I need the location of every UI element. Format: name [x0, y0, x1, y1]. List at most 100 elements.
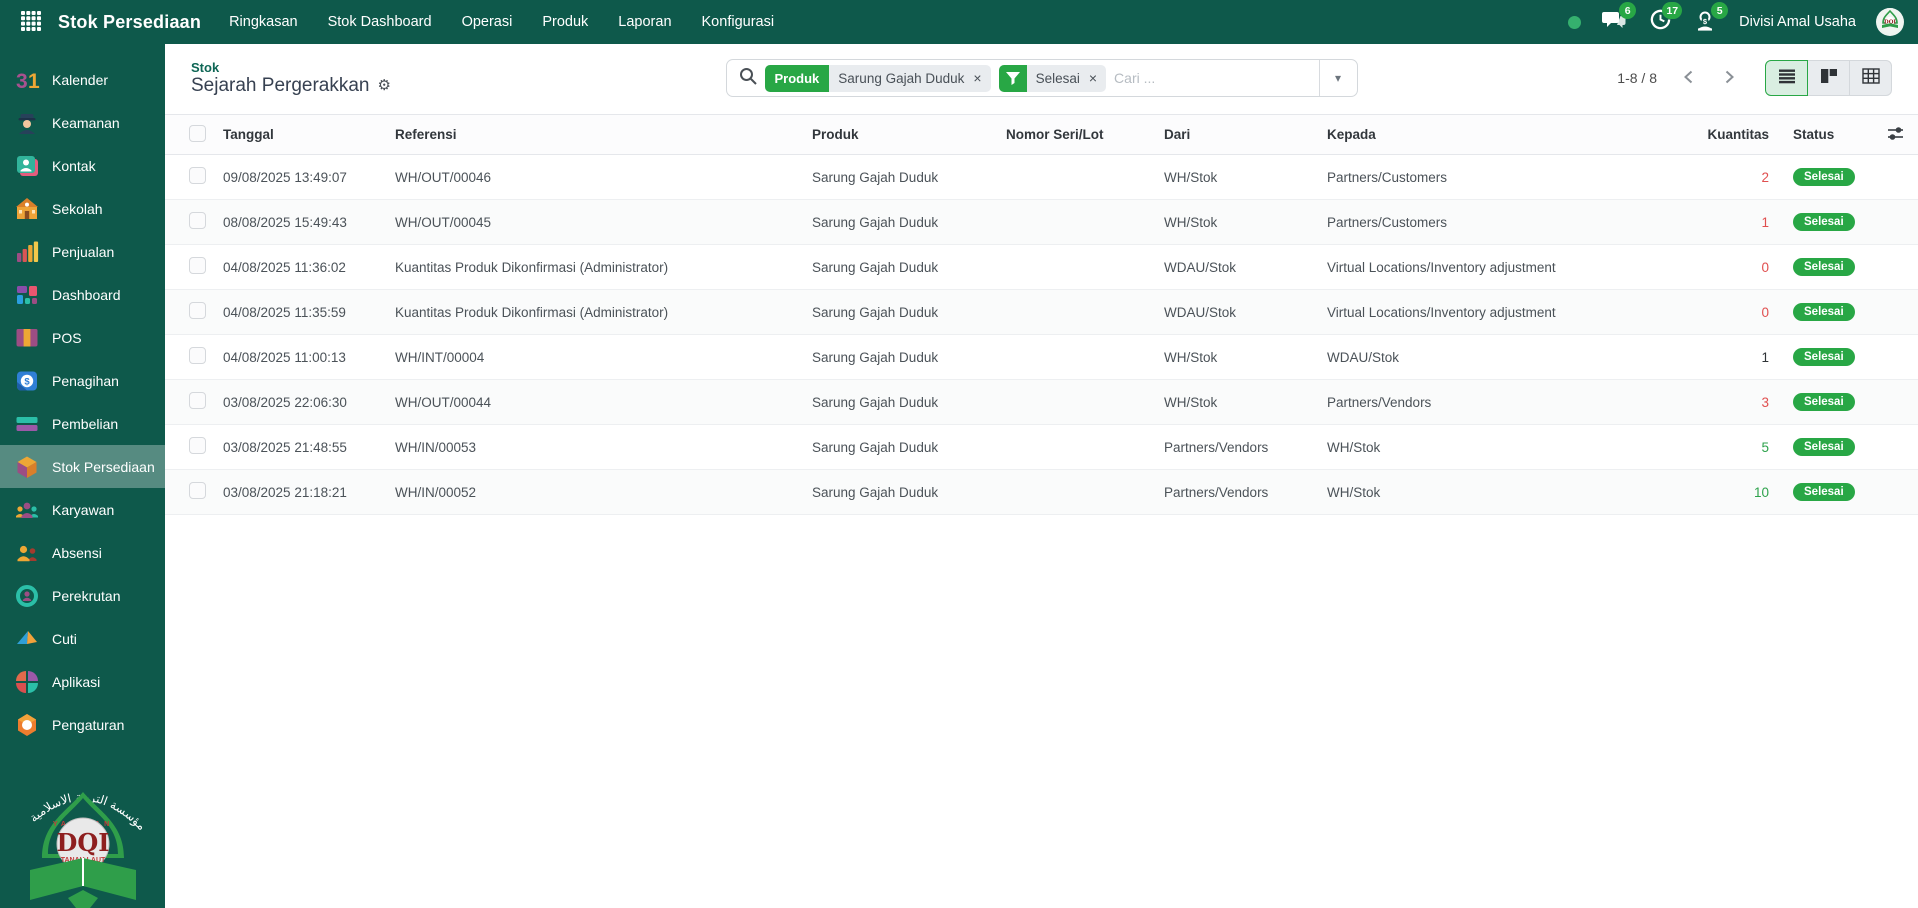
activities-button[interactable]: 17	[1647, 9, 1673, 35]
view-switcher-kanban[interactable]	[1807, 60, 1850, 96]
col-header-referensi[interactable]: Referensi	[387, 115, 804, 155]
table-row[interactable]: 03/08/2025 21:18:21 WH/IN/00052 Sarung G…	[165, 470, 1918, 515]
sidebar-item-penagihan[interactable]: $ Penagihan	[0, 359, 165, 402]
sidebar-item-label: Cuti	[52, 631, 77, 647]
sidebar-item-dashboard[interactable]: Dashboard	[0, 273, 165, 316]
timeoff-icon	[14, 626, 40, 652]
cell-kuantitas: 5	[1761, 440, 1769, 455]
view-switcher-pivot[interactable]	[1849, 60, 1892, 96]
status-badge: Selesai	[1793, 303, 1855, 321]
row-checkbox[interactable]	[189, 347, 206, 364]
status-badge: Selesai	[1793, 483, 1855, 501]
col-header-produk[interactable]: Produk	[804, 115, 998, 155]
cell-referensi: WH/IN/00052	[387, 470, 804, 515]
pager-next-button[interactable]	[1711, 60, 1747, 96]
activities-badge: 17	[1662, 2, 1682, 19]
cell-dari: WH/Stok	[1156, 200, 1319, 245]
row-checkbox[interactable]	[189, 392, 206, 409]
cell-kuantitas: 0	[1761, 305, 1769, 320]
optional-columns-button[interactable]	[1872, 115, 1918, 155]
select-all-checkbox[interactable]	[189, 125, 206, 142]
row-checkbox[interactable]	[189, 482, 206, 499]
menu-produk[interactable]: Produk	[542, 14, 588, 30]
col-header-kuantitas[interactable]: Kuantitas	[1614, 115, 1777, 155]
pager-previous-button[interactable]	[1671, 60, 1707, 96]
sidebar-item-penjualan[interactable]: Penjualan	[0, 230, 165, 273]
cell-dari: Partners/Vendors	[1156, 425, 1319, 470]
sidebar-item-sekolah[interactable]: Sekolah	[0, 187, 165, 230]
user-avatar[interactable]: DQI	[1876, 8, 1904, 36]
view-switcher-list[interactable]	[1765, 60, 1808, 96]
sidebar-item-stok-persediaan[interactable]: Stok Persediaan	[0, 445, 165, 488]
sidebar-item-kalender[interactable]: 3 1 Kalender	[0, 58, 165, 101]
action-gear-icon[interactable]: ⚙	[378, 78, 391, 93]
col-header-tanggal[interactable]: Tanggal	[215, 115, 387, 155]
sidebar-item-label: Keamanan	[52, 115, 120, 131]
breadcrumb-parent[interactable]: Stok	[191, 60, 726, 75]
row-checkbox[interactable]	[189, 437, 206, 454]
list-view-icon	[1778, 68, 1796, 89]
sidebar-item-aplikasi[interactable]: Aplikasi	[0, 660, 165, 703]
facet-remove-icon[interactable]: ×	[970, 70, 990, 86]
table-row[interactable]: 04/08/2025 11:35:59 Kuantitas Produk Dik…	[165, 290, 1918, 335]
search-input[interactable]	[1114, 70, 1310, 86]
row-checkbox[interactable]	[189, 212, 206, 229]
cell-tanggal: 03/08/2025 22:06:30	[215, 380, 387, 425]
cell-referensi: WH/INT/00004	[387, 335, 804, 380]
search-facet-produk[interactable]: Produk Sarung Gajah Duduk ×	[765, 65, 991, 92]
sidebar-item-pos[interactable]: POS	[0, 316, 165, 359]
menu-stok-dashboard[interactable]: Stok Dashboard	[328, 14, 432, 30]
apps-grid-button[interactable]	[14, 5, 48, 39]
menu-ringkasan[interactable]: Ringkasan	[229, 14, 298, 30]
sidebar-item-cuti[interactable]: Cuti	[0, 617, 165, 660]
search-facet-selesai[interactable]: Selesai ×	[999, 65, 1106, 92]
company-switcher[interactable]: Divisi Amal Usaha	[1739, 14, 1856, 30]
cell-tanggal: 04/08/2025 11:35:59	[215, 290, 387, 335]
cell-tanggal: 03/08/2025 21:18:21	[215, 470, 387, 515]
messages-button[interactable]: 6	[1601, 9, 1627, 35]
cell-dari: WDAU/Stok	[1156, 290, 1319, 335]
row-checkbox[interactable]	[189, 167, 206, 184]
table-row[interactable]: 03/08/2025 22:06:30 WH/OUT/00044 Sarung …	[165, 380, 1918, 425]
col-header-kepada[interactable]: Kepada	[1319, 115, 1614, 155]
cell-kepada: Partners/Customers	[1319, 200, 1614, 245]
settings-gear-icon	[14, 712, 40, 738]
row-checkbox[interactable]	[189, 302, 206, 319]
payroll-button[interactable]: $ 5	[1693, 9, 1719, 35]
table-row[interactable]: 04/08/2025 11:36:02 Kuantitas Produk Dik…	[165, 245, 1918, 290]
sidebar-item-pembelian[interactable]: Pembelian	[0, 402, 165, 445]
apps-quadrant-icon	[14, 669, 40, 695]
view-switcher	[1765, 60, 1892, 96]
table-row[interactable]: 09/08/2025 13:49:07 WH/OUT/00046 Sarung …	[165, 155, 1918, 200]
column-sliders-icon	[1887, 129, 1904, 144]
cell-produk: Sarung Gajah Duduk	[804, 380, 998, 425]
search-bar[interactable]: Produk Sarung Gajah Duduk × Selesai × ▾	[726, 59, 1358, 97]
menu-konfigurasi[interactable]: Konfigurasi	[702, 14, 775, 30]
billing-dollar-icon: $	[14, 368, 40, 394]
facet-remove-icon[interactable]: ×	[1086, 70, 1106, 86]
sidebar-item-karyawan[interactable]: Karyawan	[0, 488, 165, 531]
cell-kepada: WH/Stok	[1319, 470, 1614, 515]
sidebar-item-kontak[interactable]: Kontak	[0, 144, 165, 187]
svg-text:3: 3	[16, 70, 28, 93]
status-badge: Selesai	[1793, 348, 1855, 366]
sidebar-item-absensi[interactable]: Absensi	[0, 531, 165, 574]
sidebar-item-label: POS	[52, 330, 82, 346]
menu-laporan[interactable]: Laporan	[618, 14, 671, 30]
row-checkbox[interactable]	[189, 257, 206, 274]
table-row[interactable]: 03/08/2025 21:48:55 WH/IN/00053 Sarung G…	[165, 425, 1918, 470]
col-header-nomor-seri[interactable]: Nomor Seri/Lot	[998, 115, 1156, 155]
sidebar-item-perekrutan[interactable]: Perekrutan	[0, 574, 165, 617]
col-header-dari[interactable]: Dari	[1156, 115, 1319, 155]
search-options-toggle[interactable]: ▾	[1319, 60, 1357, 96]
col-header-status[interactable]: Status	[1777, 115, 1872, 155]
cell-tanggal: 03/08/2025 21:48:55	[215, 425, 387, 470]
menu-operasi[interactable]: Operasi	[462, 14, 513, 30]
sidebar-item-pengaturan[interactable]: Pengaturan	[0, 703, 165, 746]
sidebar-item-keamanan[interactable]: Keamanan	[0, 101, 165, 144]
cell-nomor-seri	[998, 155, 1156, 200]
inventory-box-icon	[14, 454, 40, 480]
cell-kepada: Partners/Vendors	[1319, 380, 1614, 425]
table-row[interactable]: 08/08/2025 15:49:43 WH/OUT/00045 Sarung …	[165, 200, 1918, 245]
table-row[interactable]: 04/08/2025 11:00:13 WH/INT/00004 Sarung …	[165, 335, 1918, 380]
